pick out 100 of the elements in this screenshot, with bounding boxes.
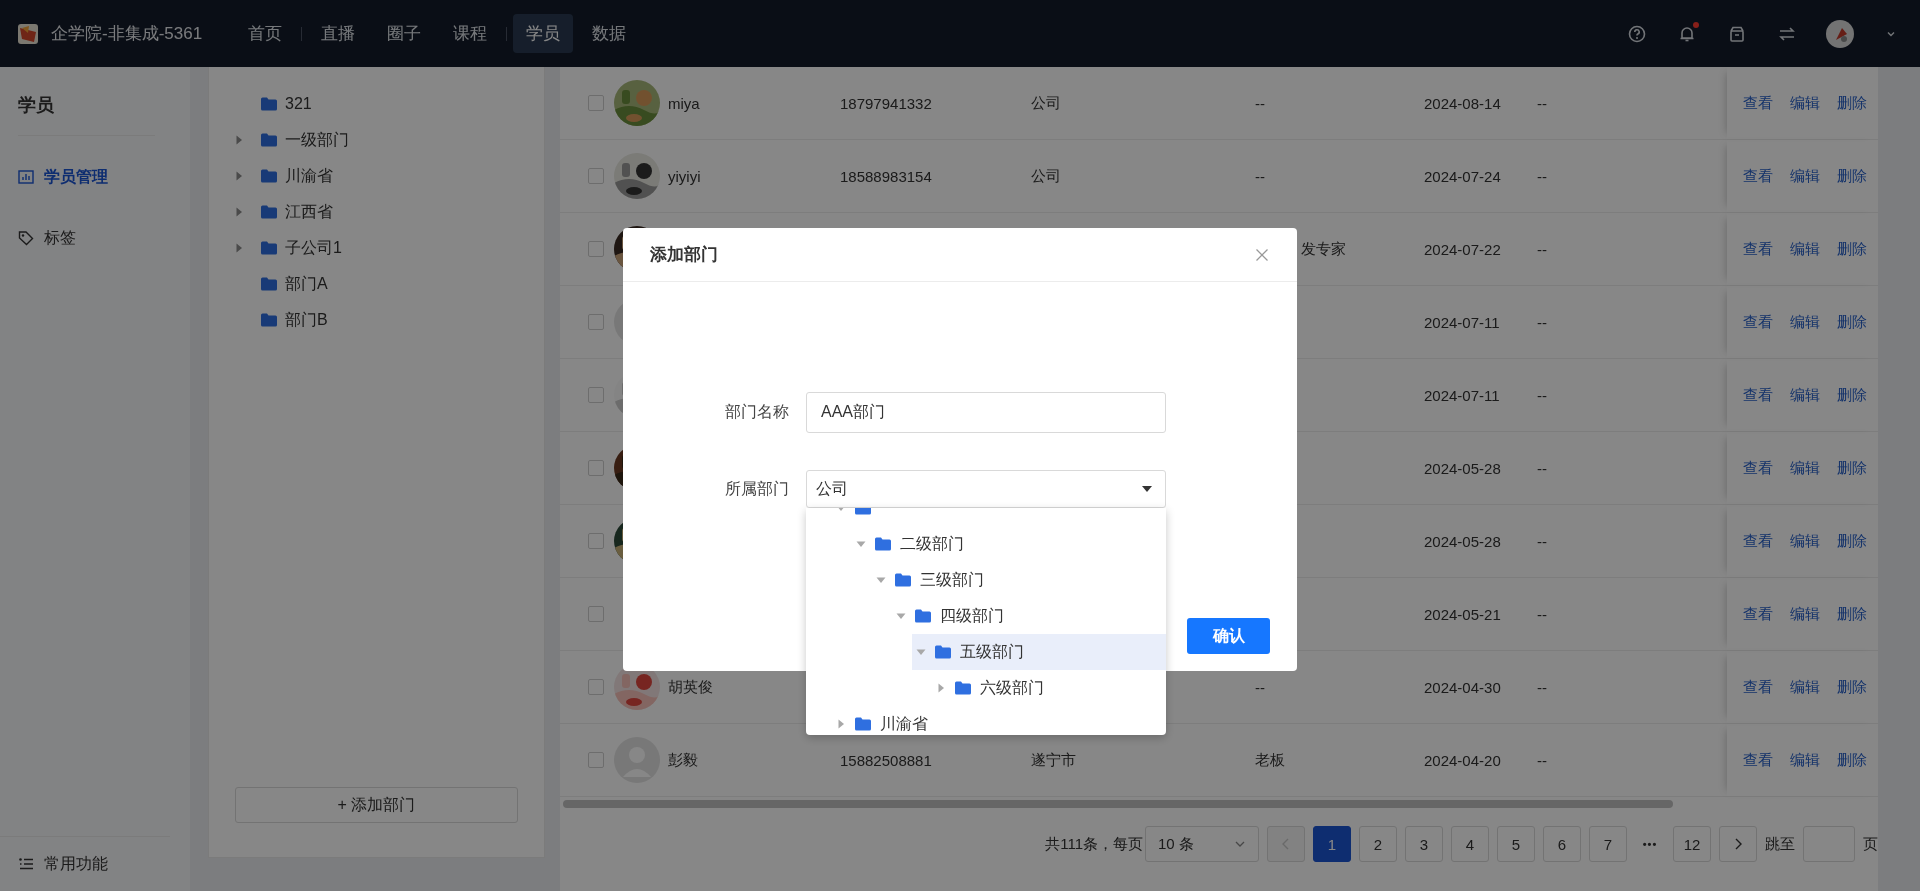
caret-right-icon[interactable] xyxy=(234,135,244,145)
delete-link[interactable]: 删除 xyxy=(1837,750,1867,770)
edit-link[interactable]: 编辑 xyxy=(1790,312,1820,332)
edit-link[interactable]: 编辑 xyxy=(1790,385,1820,405)
menu-item[interactable]: 常用功能 xyxy=(0,845,190,883)
delete-link[interactable]: 删除 xyxy=(1837,458,1867,478)
nav-tab[interactable]: 数据 xyxy=(579,14,639,53)
edit-link[interactable]: 编辑 xyxy=(1790,531,1820,551)
nav-tab[interactable]: 圈子 xyxy=(374,14,434,53)
page-size-select[interactable]: 10 条 xyxy=(1145,826,1259,862)
row-checkbox[interactable] xyxy=(588,752,604,768)
tree-node[interactable]: 子公司1 xyxy=(285,237,342,259)
page-button[interactable]: 1 xyxy=(1313,826,1351,862)
nav-tab[interactable]: 直播 xyxy=(308,14,368,53)
delete-link[interactable]: 删除 xyxy=(1837,385,1867,405)
row-checkbox[interactable] xyxy=(588,606,604,622)
row-checkbox[interactable] xyxy=(588,679,604,695)
delete-link[interactable]: 删除 xyxy=(1837,239,1867,259)
view-link[interactable]: 查看 xyxy=(1743,385,1773,405)
page-button[interactable]: 6 xyxy=(1543,826,1581,862)
tree-option[interactable]: 五级部门 xyxy=(912,634,1166,670)
scrollbar-thumb[interactable] xyxy=(563,800,1673,808)
edit-link[interactable]: 编辑 xyxy=(1790,750,1820,770)
view-link[interactable]: 查看 xyxy=(1743,166,1773,186)
edit-link[interactable]: 编辑 xyxy=(1790,604,1820,624)
caret-down-icon[interactable] xyxy=(876,575,886,585)
caret-down-icon[interactable] xyxy=(856,539,866,549)
view-link[interactable]: 查看 xyxy=(1743,312,1773,332)
menu-item[interactable]: 标签 xyxy=(0,217,190,259)
tree-option[interactable]: 四级部门 xyxy=(892,598,1166,634)
page-button[interactable]: 12 xyxy=(1673,826,1711,862)
add-department-button[interactable]: + 添加部门 xyxy=(235,787,518,823)
view-link[interactable]: 查看 xyxy=(1743,604,1773,624)
view-link[interactable]: 查看 xyxy=(1743,458,1773,478)
caret-right-icon[interactable] xyxy=(836,719,846,729)
tree-option[interactable]: 三级部门 xyxy=(872,562,1166,598)
row-checkbox[interactable] xyxy=(588,168,604,184)
caret-right-icon[interactable] xyxy=(234,243,244,253)
caret-right-icon[interactable] xyxy=(234,171,244,181)
folder-icon xyxy=(261,205,277,219)
logo-icon xyxy=(17,22,39,45)
confirm-button[interactable]: 确认 xyxy=(1187,618,1270,654)
edit-link[interactable]: 编辑 xyxy=(1790,458,1820,478)
next-page-button[interactable] xyxy=(1719,826,1757,862)
tree-node[interactable]: 部门A xyxy=(285,273,328,295)
row-checkbox[interactable] xyxy=(588,314,604,330)
department-select[interactable]: 公司 xyxy=(806,470,1166,508)
tree-node[interactable]: 321 xyxy=(285,95,312,113)
caret-right-icon[interactable] xyxy=(936,683,946,693)
table-cell: 发专家 xyxy=(1301,239,1346,259)
page-button[interactable]: 7 xyxy=(1589,826,1627,862)
view-link[interactable]: 查看 xyxy=(1743,239,1773,259)
page-button[interactable]: 5 xyxy=(1497,826,1535,862)
store-icon[interactable] xyxy=(1728,24,1746,43)
caret-right-icon[interactable] xyxy=(234,207,244,217)
tree-node[interactable]: 江西省 xyxy=(285,201,333,223)
delete-link[interactable]: 删除 xyxy=(1837,93,1867,113)
row-checkbox[interactable] xyxy=(588,460,604,476)
view-link[interactable]: 查看 xyxy=(1743,93,1773,113)
tree-option[interactable]: 二级部门 xyxy=(852,526,1166,562)
nav-tab[interactable]: 课程 xyxy=(440,14,500,53)
caret-down-icon[interactable] xyxy=(896,611,906,621)
edit-link[interactable]: 编辑 xyxy=(1790,239,1820,259)
folder-icon xyxy=(261,133,277,147)
delete-link[interactable]: 删除 xyxy=(1837,531,1867,551)
folder-icon xyxy=(261,277,277,291)
view-link[interactable]: 查看 xyxy=(1743,750,1773,770)
row-checkbox[interactable] xyxy=(588,241,604,257)
nav-tab[interactable]: 学员 xyxy=(513,14,573,53)
page-ellipsis[interactable]: ••• xyxy=(1635,838,1665,850)
row-checkbox[interactable] xyxy=(588,95,604,111)
page-button[interactable]: 3 xyxy=(1405,826,1443,862)
swap-icon[interactable] xyxy=(1778,24,1796,43)
delete-link[interactable]: 删除 xyxy=(1837,166,1867,186)
view-link[interactable]: 查看 xyxy=(1743,677,1773,697)
tree-option[interactable]: 六级部门 xyxy=(932,670,1166,706)
delete-link[interactable]: 删除 xyxy=(1837,604,1867,624)
row-checkbox[interactable] xyxy=(588,533,604,549)
menu-item[interactable]: 学员管理 xyxy=(0,156,190,198)
name-input[interactable]: AAA部门 xyxy=(806,392,1166,433)
delete-link[interactable]: 删除 xyxy=(1837,312,1867,332)
view-link[interactable]: 查看 xyxy=(1743,531,1773,551)
edit-link[interactable]: 编辑 xyxy=(1790,93,1820,113)
page-button[interactable]: 4 xyxy=(1451,826,1489,862)
table-cell: -- xyxy=(1537,751,1547,769)
tree-node[interactable]: 部门B xyxy=(285,309,328,331)
edit-link[interactable]: 编辑 xyxy=(1790,677,1820,697)
row-checkbox[interactable] xyxy=(588,387,604,403)
edit-link[interactable]: 编辑 xyxy=(1790,166,1820,186)
tree-node[interactable]: 川渝省 xyxy=(285,165,333,187)
bell-icon[interactable] xyxy=(1678,24,1696,43)
tree-node[interactable]: 一级部门 xyxy=(285,129,349,151)
close-icon[interactable] xyxy=(1255,247,1269,262)
tree-option[interactable]: 川渝省 xyxy=(832,706,1166,735)
delete-link[interactable]: 删除 xyxy=(1837,677,1867,697)
nav-tab[interactable]: 首页 xyxy=(235,14,295,53)
table-cell: -- xyxy=(1537,386,1547,404)
caret-down-icon[interactable] xyxy=(916,647,926,657)
help-icon[interactable] xyxy=(1628,24,1646,43)
page-button[interactable]: 2 xyxy=(1359,826,1397,862)
